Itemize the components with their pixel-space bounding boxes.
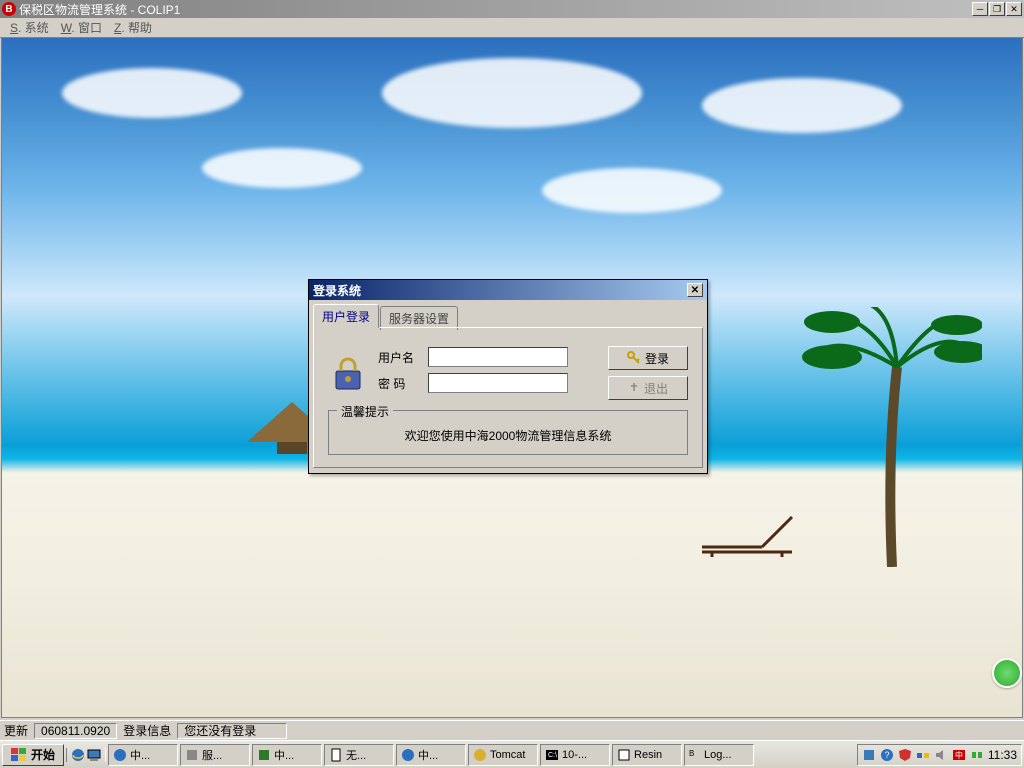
login-button[interactable]: 登录 <box>608 346 688 370</box>
close-button[interactable]: ✕ <box>1006 2 1022 16</box>
log-icon: B <box>689 749 701 761</box>
clock[interactable]: 11:33 <box>988 748 1017 762</box>
book-icon <box>257 748 271 762</box>
lock-icon <box>328 353 368 393</box>
restore-button[interactable]: ❐ <box>989 2 1005 16</box>
exit-button[interactable]: 退出 <box>608 376 688 400</box>
window-title: 保税区物流管理系统 - COLIP1 <box>19 1 972 18</box>
svg-text:中: 中 <box>955 750 963 760</box>
quick-launch <box>66 748 106 762</box>
status-login-info-label: 登录信息 <box>123 722 171 739</box>
ie-icon <box>113 748 127 762</box>
svg-text:?: ? <box>884 750 889 760</box>
task-button[interactable]: Tomcat <box>468 744 538 766</box>
status-version: 060811.0920 <box>34 723 117 739</box>
statusbar: 更新 060811.0920 登录信息 您还没有登录 <box>0 720 1024 740</box>
app-icon: B <box>2 2 16 16</box>
net2-icon[interactable] <box>970 748 984 762</box>
decorative-cloud <box>702 78 902 133</box>
dialog-close-button[interactable]: ✕ <box>687 283 703 297</box>
password-label: 密 码 <box>378 375 428 392</box>
decorative-cloud <box>62 68 242 118</box>
task-button[interactable]: 服... <box>180 744 250 766</box>
dialog-tabs: 用户登录 服务器设置 <box>313 304 703 328</box>
shield-icon[interactable] <box>898 748 912 762</box>
ie-icon[interactable] <box>71 748 85 762</box>
tab-panel-login: 用户名 密 码 登录 <box>313 327 703 468</box>
minimize-button[interactable]: ─ <box>972 2 988 16</box>
key-icon <box>627 351 641 365</box>
mdi-workspace: 登录系统 ✕ 用户登录 服务器设置 用户名 <box>1 38 1023 718</box>
help-icon[interactable]: ? <box>880 748 894 762</box>
login-dialog: 登录系统 ✕ 用户登录 服务器设置 用户名 <box>308 279 708 474</box>
decorative-cloud <box>202 148 362 188</box>
app-icon <box>185 748 199 762</box>
pin-icon <box>628 382 640 394</box>
dialog-title: 登录系统 <box>313 282 687 299</box>
tray-icon[interactable] <box>862 748 876 762</box>
menu-help[interactable]: Z. 帮助 <box>108 17 158 38</box>
task-button[interactable]: 中... <box>252 744 322 766</box>
main-window-titlebar: B 保税区物流管理系统 - COLIP1 ─ ❐ ✕ <box>0 0 1024 18</box>
net-icon[interactable] <box>916 748 930 762</box>
menubar: S. 系统 W. 窗口 Z. 帮助 <box>0 18 1024 38</box>
username-label: 用户名 <box>378 349 428 366</box>
windows-logo-icon <box>11 748 27 762</box>
taskbar: 开始 中... 服... 中... 无... 中... Tomcat C:\10… <box>0 740 1024 768</box>
floating-badge[interactable] <box>992 658 1022 688</box>
desktop-icon[interactable] <box>87 748 101 762</box>
ie-icon <box>401 748 415 762</box>
task-button[interactable]: BLog... <box>684 744 754 766</box>
tab-user-login[interactable]: 用户登录 <box>313 304 379 328</box>
menu-window[interactable]: W. 窗口 <box>55 17 108 38</box>
system-tray: ? 中 11:33 <box>857 744 1022 766</box>
status-update-label: 更新 <box>4 722 28 739</box>
menu-system[interactable]: S. 系统 <box>4 17 55 38</box>
resin-icon <box>617 748 631 762</box>
ime-icon[interactable]: 中 <box>952 748 966 762</box>
cmd-icon: C:\ <box>545 748 559 762</box>
task-button[interactable]: 中... <box>396 744 466 766</box>
task-button[interactable]: C:\10-... <box>540 744 610 766</box>
decorative-cloud <box>382 58 642 128</box>
hint-label: 温馨提示 <box>337 403 393 420</box>
decorative-cloud <box>542 168 722 213</box>
decorative-palm <box>802 307 982 567</box>
task-button[interactable]: Resin <box>612 744 682 766</box>
username-input[interactable] <box>428 347 568 367</box>
task-button[interactable]: 无... <box>324 744 394 766</box>
svg-text:C:\: C:\ <box>548 752 557 759</box>
doc-icon <box>329 748 343 762</box>
dialog-titlebar[interactable]: 登录系统 ✕ <box>309 280 707 300</box>
task-button[interactable]: 中... <box>108 744 178 766</box>
password-input[interactable] <box>428 373 568 393</box>
tomcat-icon <box>473 748 487 762</box>
volume-icon[interactable] <box>934 748 948 762</box>
decorative-lounger <box>692 507 802 557</box>
hint-text: 欢迎您使用中海2000物流管理信息系统 <box>339 427 677 444</box>
hint-groupbox: 温馨提示 欢迎您使用中海2000物流管理信息系统 <box>328 410 688 455</box>
start-button[interactable]: 开始 <box>2 744 64 766</box>
status-login-status: 您还没有登录 <box>177 723 287 739</box>
